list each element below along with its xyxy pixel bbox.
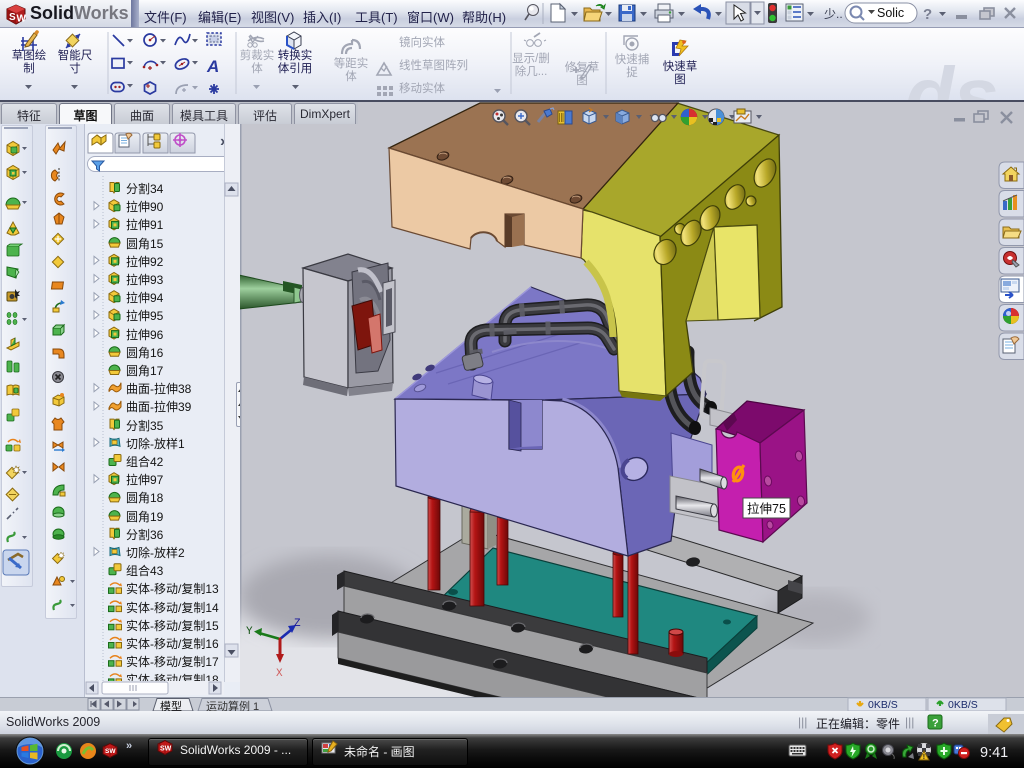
- svg-text:?: ?: [932, 718, 939, 730]
- svg-text:拉伸75: 拉伸75: [747, 501, 786, 516]
- svg-text:Y: Y: [246, 626, 253, 638]
- svg-text:Solic: Solic: [877, 6, 904, 20]
- svg-text:W: W: [17, 14, 27, 25]
- svg-text:A: A: [206, 57, 219, 76]
- svg-text:ds: ds: [905, 51, 998, 100]
- svg-text:»: »: [126, 740, 132, 752]
- svg-text:X: X: [276, 668, 283, 680]
- svg-text:?: ?: [923, 6, 932, 23]
- svg-text:少..: 少..: [824, 7, 843, 21]
- svg-text:SW: SW: [105, 748, 116, 755]
- svg-text:S: S: [9, 12, 16, 23]
- svg-text:SW: SW: [160, 746, 172, 753]
- svg-text:9:41: 9:41: [980, 745, 1008, 761]
- svg-text:!: !: [923, 754, 925, 761]
- svg-text:Z: Z: [294, 618, 301, 630]
